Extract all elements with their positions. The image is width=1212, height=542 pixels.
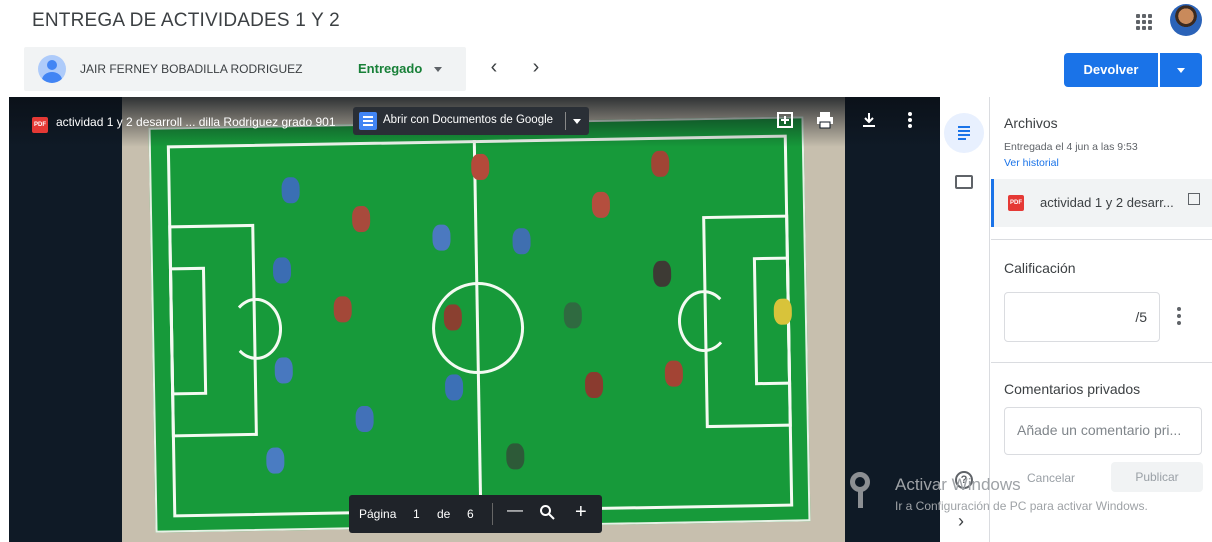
attached-file-name: actividad 1 y 2 desarr... — [1040, 195, 1174, 210]
player-figure — [274, 357, 293, 384]
watermark-subtitle: Ir a Configuración de PC para activar Wi… — [895, 499, 1148, 513]
player-figure — [444, 374, 464, 401]
private-comment-input[interactable] — [1017, 422, 1195, 438]
soccer-field-drawing — [148, 116, 811, 533]
player-figure — [471, 153, 490, 181]
add-comment-icon[interactable] — [775, 111, 795, 131]
player-figure — [351, 205, 371, 233]
view-history-link[interactable]: Ver historial — [1004, 157, 1059, 169]
page-navigator: Página 1 de 6 — + — [349, 495, 602, 533]
player-figure — [281, 177, 300, 204]
chevron-down-icon[interactable] — [573, 119, 581, 124]
key-icon — [848, 472, 872, 508]
submission-status[interactable]: Entregado — [358, 61, 422, 76]
private-comment-field[interactable] — [1004, 407, 1202, 455]
document-viewer[interactable]: PDF actividad 1 y 2 desarroll ... dilla … — [9, 97, 940, 542]
return-options-dropdown[interactable] — [1160, 53, 1202, 87]
viewer-toolbar: PDF actividad 1 y 2 desarroll ... dilla … — [9, 97, 940, 147]
student-selector[interactable]: JAIR FERNEY BOBADILLA RODRIGUEZ Entregad… — [24, 47, 466, 91]
grade-heading: Calificación — [1004, 260, 1076, 276]
player-figure — [272, 257, 292, 284]
player-figure — [333, 296, 352, 323]
return-button[interactable]: Devolver — [1064, 53, 1158, 87]
grade-input[interactable]: /5 — [1004, 292, 1160, 342]
player-figure — [506, 443, 525, 470]
document-page-image — [122, 97, 845, 542]
zoom-in-button[interactable]: + — [575, 501, 587, 524]
watermark-title: Activar Windows — [895, 475, 1021, 494]
student-name: JAIR FERNEY BOBADILLA RODRIGUEZ — [80, 62, 303, 76]
submission-time: Entregada el 4 jun a las 9:53 — [1004, 141, 1138, 153]
open-with-google-docs-button[interactable]: Abrir con Documentos de Google — [353, 107, 589, 135]
details-tab-icon[interactable] — [944, 113, 984, 153]
account-avatar[interactable] — [1170, 4, 1202, 36]
pdf-icon: PDF — [1008, 195, 1024, 211]
print-icon[interactable] — [815, 111, 835, 131]
apps-grid-icon[interactable] — [1134, 12, 1154, 32]
player-figure — [443, 304, 463, 331]
page-label: Página — [359, 507, 397, 521]
player-figure — [355, 405, 374, 433]
total-pages: 6 — [467, 507, 474, 521]
grade-options-icon[interactable] — [1177, 307, 1181, 328]
player-figure — [773, 298, 793, 325]
player-figure — [563, 302, 583, 329]
private-comments-heading: Comentarios privados — [1004, 381, 1141, 397]
of-label: de — [437, 507, 451, 521]
more-vert-icon[interactable] — [900, 111, 920, 131]
comments-tab-icon[interactable] — [955, 175, 973, 189]
top-bar: ENTREGA DE ACTIVIDADES 1 Y 2 — [0, 0, 1212, 44]
player-figure — [432, 224, 451, 251]
download-icon[interactable] — [859, 111, 879, 131]
open-with-label: Abrir con Documentos de Google — [383, 114, 554, 126]
windows-activation-watermark: Activar Windows Ir a Configuración de PC… — [848, 470, 1208, 520]
attached-file[interactable]: PDF actividad 1 y 2 desarr... — [991, 179, 1212, 227]
chevron-down-icon[interactable] — [434, 67, 442, 72]
current-page[interactable]: 1 — [413, 507, 420, 521]
player-figure — [650, 150, 670, 177]
grade-max: /5 — [1135, 309, 1147, 325]
pdf-icon: PDF — [32, 117, 48, 133]
files-heading: Archivos — [1004, 115, 1058, 131]
zoom-out-button[interactable]: — — [507, 502, 523, 520]
player-figure — [652, 260, 672, 287]
player-figure — [512, 228, 531, 255]
previous-student-button[interactable]: ‹ — [482, 56, 506, 80]
player-figure — [584, 371, 604, 399]
player-figure — [266, 447, 285, 474]
student-avatar-icon — [38, 55, 66, 83]
google-docs-icon — [359, 112, 377, 130]
player-figure — [664, 360, 684, 387]
zoom-icon — [539, 504, 555, 523]
player-figure — [591, 191, 611, 219]
page-title: ENTREGA DE ACTIVIDADES 1 Y 2 — [32, 10, 340, 31]
next-student-button[interactable]: › — [524, 56, 548, 80]
open-in-new-icon[interactable] — [1188, 193, 1200, 205]
viewer-file-title: actividad 1 y 2 desarroll ... dilla Rodr… — [56, 115, 336, 129]
